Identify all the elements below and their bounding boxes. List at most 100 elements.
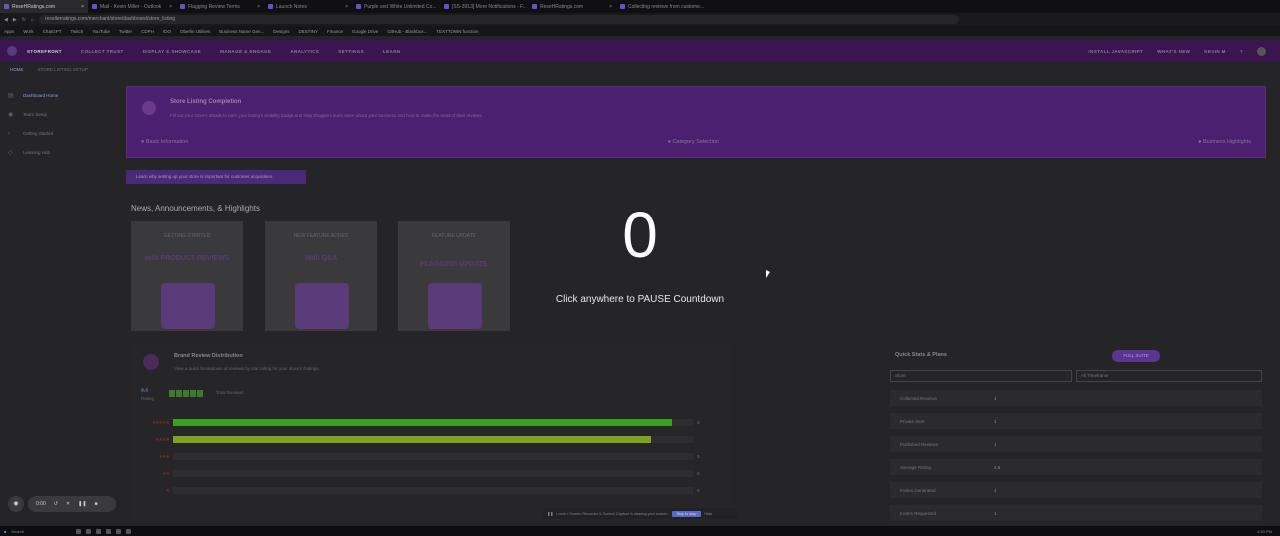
- bar-fill: [173, 419, 673, 426]
- sidebar-item[interactable]: ◇ Learning Hub: [8, 143, 118, 162]
- help-icon[interactable]: ?: [1240, 49, 1243, 54]
- favicon-icon: [268, 4, 273, 9]
- full-suite-button[interactable]: FULL SUITE: [1112, 350, 1160, 362]
- row-stars: ★★★: [158, 453, 170, 460]
- bookmark-item[interactable]: Twitter: [119, 29, 132, 34]
- bookmark-item[interactable]: IDO: [163, 29, 171, 34]
- back-icon[interactable]: ◀: [4, 17, 8, 23]
- bookmark-item[interactable]: Google Drive: [352, 29, 378, 34]
- bookmark-item[interactable]: YouTube: [92, 29, 110, 34]
- close-tab-icon[interactable]: ×: [257, 4, 260, 10]
- taskbar-app-icon[interactable]: [86, 528, 92, 534]
- card-illustration: [295, 283, 349, 329]
- forward-icon[interactable]: ▶: [13, 17, 17, 23]
- stop-icon[interactable]: ■: [95, 501, 98, 507]
- bookmark-item[interactable]: Finance: [327, 29, 343, 34]
- bookmark-item[interactable]: CDPH: [141, 29, 154, 34]
- rating-row: ★ 0: [145, 482, 705, 499]
- taskbar-app-icon[interactable]: [76, 528, 82, 534]
- bookmark-item[interactable]: Business Name Gen...: [219, 29, 264, 34]
- subnav-item[interactable]: HOME: [10, 67, 24, 72]
- taskbar-clock: 4:30 PM: [1257, 528, 1272, 534]
- taskbar-app-icon[interactable]: [96, 528, 102, 534]
- average-score: 4.4: [141, 388, 148, 394]
- close-tab-icon[interactable]: ×: [169, 4, 172, 10]
- bookmark-item[interactable]: TEXTTOWN function: [436, 29, 478, 34]
- avatar[interactable]: [1257, 46, 1266, 56]
- nav-item[interactable]: MANAGE & ENGAGE: [220, 49, 271, 54]
- delete-icon[interactable]: ✕: [66, 501, 70, 507]
- timeframe-select[interactable]: All Timeframe: [1076, 370, 1262, 382]
- stat-value: 1: [994, 418, 997, 424]
- sidebar-item[interactable]: › Getting Started: [8, 124, 118, 143]
- taskbar-search[interactable]: Search: [11, 529, 71, 534]
- nav-right-item[interactable]: KEVIN M: [1204, 49, 1226, 54]
- row-stars: ★★★★: [155, 436, 170, 443]
- pause-icon[interactable]: ❚❚: [78, 501, 86, 507]
- browser-tab[interactable]: Flagging Review Terms ×: [176, 0, 264, 13]
- browser-tab[interactable]: ReseHRatings.com ×: [0, 0, 88, 13]
- close-tab-icon[interactable]: ×: [345, 4, 348, 10]
- close-tab-icon[interactable]: ×: [81, 4, 84, 10]
- recording-time: 0:00: [36, 501, 46, 507]
- bookmark-item[interactable]: Designs: [273, 29, 289, 34]
- bookmark-item[interactable]: Twitch: [70, 29, 83, 34]
- sidebar-label: Getting Started: [23, 131, 54, 136]
- bookmark-item[interactable]: Apps: [4, 29, 14, 34]
- taskbar-app-icon[interactable]: [116, 528, 122, 534]
- url-input[interactable]: resellerratings.com/merchant/store/dashb…: [38, 15, 959, 24]
- browser-tab[interactable]: [SS-3913] More Notifications - F...×: [440, 0, 528, 13]
- sidebar-icon: ▤: [8, 93, 14, 99]
- browser-tab[interactable]: Purple and White Unlimited Co...×: [352, 0, 440, 13]
- rating-bars: ★★★★★ 3 ★★★★ ★★★ 0 ★★ 0 ★ 0: [145, 414, 705, 499]
- camera-icon[interactable]: ◉: [8, 496, 24, 512]
- subnav-item[interactable]: STORE LISTING SETUP: [38, 67, 88, 72]
- windows-taskbar: ■ Search 4:30 PM: [0, 526, 1280, 536]
- nav-item[interactable]: LEARN: [383, 49, 401, 54]
- nav-item[interactable]: COLLECT TRUST: [81, 49, 124, 54]
- nav-item[interactable]: DISPLAY & SHOWCASE: [143, 49, 201, 54]
- sidebar-item[interactable]: ◉ Team Setup: [8, 105, 118, 124]
- card-illustration: [428, 283, 482, 329]
- learn-why-button[interactable]: Learn why setting up your store is impor…: [126, 170, 306, 184]
- rating-row: ★★★★: [145, 431, 705, 448]
- windows-start-icon[interactable]: ■: [4, 529, 6, 534]
- close-tab-icon[interactable]: ×: [609, 4, 612, 10]
- logo-icon[interactable]: [7, 46, 17, 56]
- stat-label: Invites Generated: [900, 487, 936, 493]
- rating-stars: Total Reviews: [169, 390, 244, 397]
- share-notice-text: Loom • Screen Recorder & Screen Capture …: [556, 511, 669, 516]
- store-select[interactable]: Store: [890, 370, 1072, 382]
- browser-tab[interactable]: ReseHRatings.com ×: [528, 0, 616, 13]
- nav-item[interactable]: STOREFRONT: [27, 49, 62, 54]
- restart-icon[interactable]: ↺: [54, 501, 58, 507]
- nav-right-item[interactable]: INSTALL JAVASCRIPT: [1088, 49, 1143, 54]
- nav-item[interactable]: ANALYTICS: [290, 49, 319, 54]
- bookmark-item[interactable]: ChatGPT: [43, 29, 62, 34]
- pause-countdown-message[interactable]: Click anywhere to PAUSE Countdown: [0, 294, 1280, 305]
- stat-row: Invites Requested 1: [890, 505, 1262, 521]
- pause-share-icon: ❚❚: [547, 512, 554, 516]
- favicon-icon: [180, 4, 185, 9]
- taskbar-app-icon[interactable]: [106, 528, 112, 534]
- sidebar-item[interactable]: ▤ Dashboard Home: [8, 86, 118, 105]
- browser-tab[interactable]: Launch Notes ×: [264, 0, 352, 13]
- recorder-bar: 0:00 ↺ ✕ ❚❚ ■: [28, 496, 116, 512]
- bookmark-item[interactable]: DESTINY: [299, 29, 319, 34]
- bookmark-item[interactable]: GitHub - Blackbox...: [387, 29, 427, 34]
- bookmark-item[interactable]: Oberlin Utilities: [180, 29, 210, 34]
- reload-icon[interactable]: ↻: [22, 17, 26, 23]
- nav-item[interactable]: SETTINGS: [338, 49, 364, 54]
- home-icon[interactable]: ⌂: [31, 17, 34, 23]
- browser-tab[interactable]: Collecting reviews from custome...×: [616, 0, 704, 13]
- browser-tab[interactable]: Mail - Kevin Miller - Outlook ×: [88, 0, 176, 13]
- row-count: 0: [697, 488, 700, 493]
- stop-sharing-button[interactable]: Skip to stop: [671, 510, 702, 517]
- favicon-icon: [620, 4, 625, 9]
- bookmark-item[interactable]: Work: [23, 29, 33, 34]
- taskbar-app-icon[interactable]: [126, 528, 132, 534]
- hide-button[interactable]: Hide: [704, 512, 712, 516]
- nav-right-item[interactable]: WHAT'S NEW: [1157, 49, 1190, 54]
- banner-steps: Basic Information Category Selection Busin…: [141, 139, 1251, 145]
- quick-stats-panel: Quick Stats & Plans FULL SUITE Store All…: [890, 342, 1262, 522]
